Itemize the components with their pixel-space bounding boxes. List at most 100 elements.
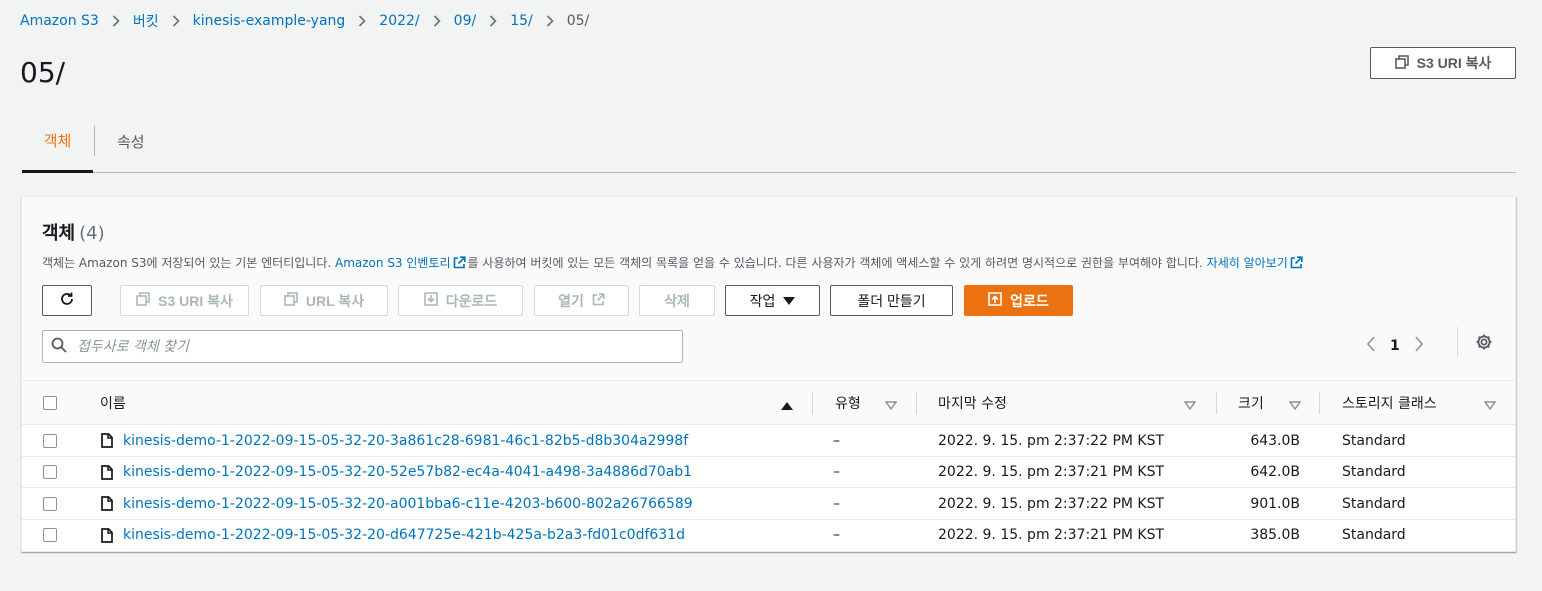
file-icon [101, 433, 113, 448]
table-header: 이름 유형 마지막 수정 크기 스토리지 클래스 [22, 380, 1515, 425]
table-row[interactable]: kinesis-demo-1-2022-09-15-05-32-20-d6477… [22, 519, 1515, 551]
tab-objects[interactable]: 객체 [22, 110, 93, 173]
download-button[interactable]: 다운로드 [398, 285, 523, 316]
chevron-right-icon [112, 15, 120, 27]
objects-panel-title: 객체 (4) [42, 219, 105, 245]
table-row[interactable]: kinesis-demo-1-2022-09-15-05-32-20-3a861… [22, 425, 1515, 457]
object-link[interactable]: kinesis-demo-1-2022-09-15-05-32-20-d6477… [123, 527, 685, 543]
page-title: 05/ [20, 56, 66, 89]
download-icon [423, 292, 438, 309]
row-checkbox[interactable] [43, 457, 57, 488]
copy-s3-uri-label: S3 URI 복사 [1416, 55, 1492, 71]
tab-objects-label: 객체 [43, 131, 72, 150]
sort-icon[interactable] [1483, 399, 1497, 415]
checkbox[interactable] [43, 396, 57, 410]
search-icon [51, 337, 67, 357]
table-row[interactable]: kinesis-demo-1-2022-09-15-05-32-20-52e57… [22, 456, 1515, 488]
copy-s3-uri-button[interactable]: S3 URI 복사 [1370, 47, 1516, 79]
objects-panel: 객체 (4) 객체는 Amazon S3에 저장되어 있는 기본 엔터티입니다. … [21, 196, 1516, 552]
name-cell: kinesis-demo-1-2022-09-15-05-32-20-3a861… [101, 425, 688, 456]
delete-label: 삭제 [664, 292, 690, 309]
breadcrumb: Amazon S3 버킷 kinesis-example-yang 2022/ … [20, 11, 589, 31]
sort-icon[interactable] [1183, 399, 1197, 415]
copy-icon [136, 292, 150, 309]
breadcrumb-buckets[interactable]: 버킷 [133, 11, 159, 31]
copy-s3-uri-toolbar-button[interactable]: S3 URI 복사 [120, 285, 249, 316]
storage-class-cell: Standard [1342, 464, 1406, 480]
objects-description: 객체는 Amazon S3에 저장되어 있는 기본 엔터티입니다. Amazon… [42, 254, 1305, 272]
column-storage-class[interactable]: 스토리지 클래스 [1342, 381, 1437, 425]
column-name[interactable]: 이름 [100, 381, 126, 425]
tab-properties-label: 속성 [117, 132, 145, 151]
breadcrumb-year[interactable]: 2022/ [379, 13, 419, 29]
name-cell: kinesis-demo-1-2022-09-15-05-32-20-d6477… [101, 520, 685, 551]
sort-icon[interactable] [1288, 399, 1302, 415]
column-size[interactable]: 크기 [1238, 381, 1264, 425]
objects-count: (4) [79, 223, 105, 244]
name-cell: kinesis-demo-1-2022-09-15-05-32-20-52e57… [101, 457, 692, 488]
page-number[interactable]: 1 [1390, 338, 1400, 354]
breadcrumb-bucket[interactable]: kinesis-example-yang [193, 13, 346, 29]
last-modified-cell: 2022. 9. 15. pm 2:37:22 PM KST [938, 432, 1165, 449]
checkbox[interactable] [43, 528, 57, 542]
breadcrumb-month[interactable]: 09/ [454, 13, 477, 29]
copy-s3-uri-toolbar-label: S3 URI 복사 [158, 292, 233, 309]
learn-more-link[interactable]: 자세히 알아보기 [1207, 256, 1288, 270]
row-checkbox[interactable] [43, 488, 57, 519]
storage-class-cell: Standard [1342, 527, 1406, 543]
object-link[interactable]: kinesis-demo-1-2022-09-15-05-32-20-a001b… [123, 496, 693, 512]
object-link[interactable]: kinesis-demo-1-2022-09-15-05-32-20-52e57… [123, 464, 692, 480]
inventory-link[interactable]: Amazon S3 인벤토리 [335, 256, 451, 270]
copy-url-button[interactable]: URL 복사 [260, 285, 388, 316]
tab-bar: 객체 속성 [22, 110, 1516, 173]
sort-icon[interactable] [884, 399, 898, 415]
checkbox[interactable] [43, 465, 57, 479]
create-folder-button[interactable]: 폴더 만들기 [830, 285, 953, 316]
checkbox[interactable] [43, 433, 57, 448]
copy-icon [284, 292, 298, 309]
description-middle: 를 사용하여 버킷에 있는 모든 객체의 목록을 얻을 수 있습니다. 다른 사… [467, 256, 1207, 270]
breadcrumb-day[interactable]: 15/ [510, 13, 533, 29]
next-page-icon[interactable] [1414, 336, 1424, 356]
external-link-icon [592, 292, 605, 309]
size-cell: 901.0B [1250, 495, 1300, 512]
caret-down-icon [783, 293, 796, 309]
chevron-right-icon [358, 15, 366, 27]
external-link-icon [1290, 256, 1303, 272]
column-storage-class-label: 스토리지 클래스 [1342, 396, 1437, 412]
refresh-button[interactable] [42, 285, 92, 316]
refresh-icon [59, 291, 75, 310]
row-checkbox[interactable] [43, 425, 57, 456]
select-all-checkbox[interactable] [43, 381, 57, 425]
column-type-label: 유형 [835, 396, 861, 412]
row-checkbox[interactable] [43, 520, 57, 551]
type-cell: – [833, 464, 840, 480]
checkbox[interactable] [43, 496, 57, 511]
create-folder-label: 폴더 만들기 [857, 292, 926, 309]
tab-properties[interactable]: 속성 [117, 110, 145, 172]
object-link[interactable]: kinesis-demo-1-2022-09-15-05-32-20-3a861… [123, 433, 688, 449]
previous-page-icon[interactable] [1366, 336, 1376, 356]
upload-button[interactable]: 업로드 [964, 285, 1073, 316]
column-last-modified[interactable]: 마지막 수정 [938, 381, 1007, 425]
chevron-right-icon [546, 15, 554, 27]
column-divider [916, 392, 917, 414]
gear-icon[interactable] [1475, 333, 1493, 355]
open-button[interactable]: 열기 [534, 285, 629, 316]
delete-button[interactable]: 삭제 [639, 285, 715, 316]
last-modified-cell: 2022. 9. 15. pm 2:37:22 PM KST [938, 495, 1165, 512]
column-name-label: 이름 [100, 396, 126, 412]
table-row[interactable]: kinesis-demo-1-2022-09-15-05-32-20-a001b… [22, 488, 1515, 520]
description-prefix: 객체는 Amazon S3에 저장되어 있는 기본 엔터티입니다. [42, 256, 335, 270]
breadcrumb-current: 05/ [566, 13, 590, 29]
sort-ascending-icon[interactable] [781, 399, 793, 415]
search-input[interactable] [77, 338, 657, 355]
file-icon [101, 527, 113, 543]
column-type[interactable]: 유형 [835, 381, 861, 425]
size-cell: 643.0B [1250, 432, 1300, 449]
actions-dropdown[interactable]: 작업 [725, 285, 820, 316]
file-icon [101, 496, 113, 511]
type-cell: – [833, 432, 840, 449]
column-last-modified-label: 마지막 수정 [938, 396, 1007, 412]
breadcrumb-amazon-s3[interactable]: Amazon S3 [20, 13, 99, 29]
